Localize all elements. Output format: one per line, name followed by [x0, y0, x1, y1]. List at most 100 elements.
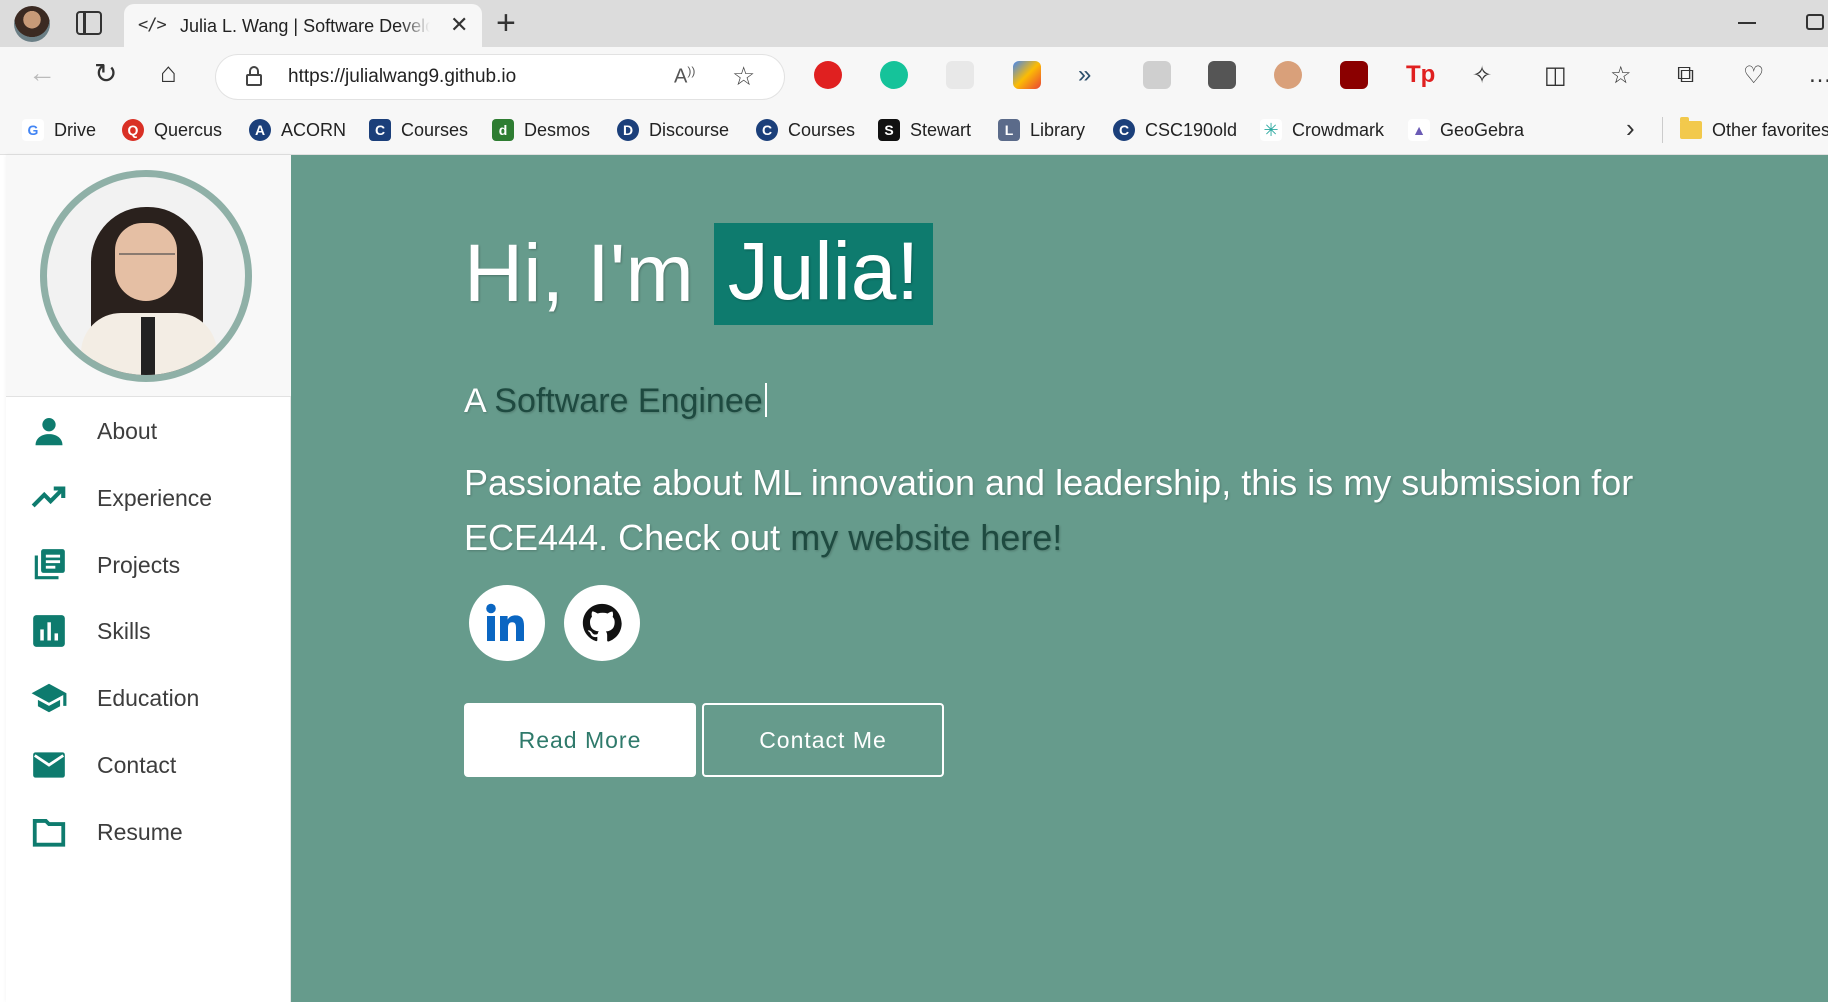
translate-extension-icon[interactable] — [1013, 61, 1041, 89]
extensions-puzzle-icon[interactable]: ✧ — [1472, 61, 1492, 90]
chevron-right-icon[interactable]: › — [1626, 113, 1635, 144]
tagline: Passionate about ML innovation and leade… — [464, 455, 1704, 565]
bookmark-desmos[interactable]: d Desmos — [492, 117, 590, 143]
github-button[interactable] — [564, 585, 640, 661]
tab-actions-icon[interactable] — [76, 11, 102, 35]
browser-essentials-icon[interactable]: ♡ — [1743, 61, 1765, 90]
browser-toolbar: ← ↻ ⌂ https://julialwang9.github.io A)) … — [0, 47, 1828, 105]
read-aloud-icon[interactable]: A)) — [674, 64, 695, 89]
bookmark-acorn[interactable]: A ACORN — [249, 117, 346, 143]
bookmark-label: GeoGebra — [1440, 119, 1525, 140]
role-line: A Software Enginee — [464, 382, 767, 421]
bitwarden-extension-icon[interactable] — [1208, 61, 1236, 89]
bookmark-drive[interactable]: G Drive — [22, 117, 96, 143]
divider — [1662, 117, 1663, 143]
stewart-icon: S — [878, 119, 900, 141]
sidebar-item-projects[interactable]: Projects — [6, 539, 291, 591]
bookmark-geogebra[interactable]: ▲ GeoGebra — [1408, 117, 1524, 143]
bookmark-stewart[interactable]: S Stewart — [878, 117, 971, 143]
bookmark-discourse[interactable]: D Discourse — [617, 117, 729, 143]
contact-me-button[interactable]: Contact Me — [702, 703, 944, 777]
desmos-icon: d — [492, 119, 514, 141]
sidebar-item-experience[interactable]: Experience — [6, 472, 291, 524]
sidebar-item-resume[interactable]: Resume — [6, 806, 291, 858]
profile-avatar[interactable] — [14, 6, 50, 42]
tab-title: Julia L. Wang | Software Developer — [180, 16, 430, 37]
browser-tab-bar: </> Julia L. Wang | Software Developer ✕… — [0, 0, 1828, 47]
typed-role: Software Enginee — [494, 382, 763, 420]
bookmark-quercus[interactable]: Q Quercus — [122, 117, 222, 143]
bookmark-label: Discourse — [649, 119, 730, 140]
bookmark-other-favorites[interactable]: Other favorites — [1680, 117, 1828, 143]
bookmark-label: ACORN — [281, 119, 347, 140]
bookmark-label: Other favorites — [1712, 119, 1828, 140]
mail-icon — [33, 752, 65, 778]
greeting-text: Hi, I'm — [464, 228, 694, 319]
bookmark-library[interactable]: L Library — [998, 117, 1085, 143]
tp-extension-icon[interactable]: Tp — [1406, 61, 1435, 89]
reload-button[interactable]: ↻ — [94, 57, 117, 90]
bookmark-label: Stewart — [910, 119, 972, 140]
sidebar-item-label: Resume — [97, 818, 183, 845]
grammarly-extension-icon[interactable] — [880, 61, 908, 89]
sidebar-item-label: Projects — [97, 551, 181, 578]
collections-icon[interactable]: ⧉ — [1677, 61, 1694, 89]
trending-up-icon — [31, 486, 66, 508]
sidebar-item-skills[interactable]: Skills — [6, 605, 291, 657]
bookmark-crowdmark[interactable]: ✳ Crowdmark — [1260, 117, 1384, 143]
library-icon: L — [998, 119, 1020, 141]
react-extension-icon[interactable] — [946, 61, 974, 89]
bookmark-courses[interactable]: C Courses — [369, 117, 468, 143]
favorite-star-icon[interactable]: ☆ — [732, 61, 755, 92]
lock-icon[interactable] — [246, 66, 262, 86]
maximize-icon[interactable] — [1806, 14, 1824, 30]
acorn-icon: A — [249, 119, 271, 141]
crowdmark-icon: ✳ — [1260, 119, 1282, 141]
ublock-extension-icon[interactable] — [1340, 61, 1368, 89]
bookmark-label: CSC190old — [1145, 119, 1238, 140]
bookmark-csc190old[interactable]: C CSC190old — [1113, 117, 1237, 143]
graduation-cap-icon — [31, 683, 67, 713]
back-button[interactable]: ← — [28, 57, 56, 89]
folder-icon — [1680, 117, 1702, 139]
close-tab-icon[interactable]: ✕ — [450, 12, 468, 38]
active-tab[interactable]: </> Julia L. Wang | Software Developer ✕ — [124, 4, 482, 47]
double-chevron-extension-icon[interactable]: » — [1078, 61, 1091, 89]
folder-icon — [32, 819, 66, 847]
linkedin-icon — [486, 603, 524, 641]
bookmark-label: Quercus — [154, 119, 223, 140]
sidebar-header — [6, 155, 291, 397]
linkedin-button[interactable] — [469, 585, 545, 661]
role-prefix: A — [464, 382, 485, 420]
adblock-extension-icon[interactable] — [814, 61, 842, 89]
sidebar-item-about[interactable]: About — [6, 405, 291, 457]
bar-chart-icon — [33, 615, 65, 647]
google-icon: G — [22, 119, 44, 141]
library-books-icon — [34, 549, 65, 580]
url-text[interactable]: https://julialwang9.github.io — [288, 66, 516, 88]
github-icon — [582, 603, 622, 642]
sidebar-item-education[interactable]: Education — [6, 672, 291, 724]
mascot-extension-icon[interactable] — [1274, 61, 1302, 89]
address-bar[interactable]: https://julialwang9.github.io A)) ☆ — [216, 55, 784, 99]
favorites-icon[interactable]: ☆ — [1610, 61, 1632, 90]
bookmark-courses-2[interactable]: C Courses — [756, 117, 855, 143]
bookmarks-bar: G Drive Q Quercus A ACORN C Courses d De… — [0, 105, 1828, 155]
hypothesis-extension-icon[interactable] — [1143, 61, 1171, 89]
avatar — [40, 170, 252, 382]
website-link[interactable]: my website here! — [790, 517, 1062, 558]
sidebar-item-label: About — [97, 417, 158, 444]
more-menu-icon[interactable]: … — [1808, 61, 1828, 89]
hero-section: Hi, I'm Julia! A Software Enginee Passio… — [291, 155, 1828, 1002]
home-button[interactable]: ⌂ — [160, 57, 177, 89]
page-viewport: About Experience Projects Skills Educati… — [0, 155, 1828, 1002]
bookmark-label: Courses — [401, 119, 469, 140]
read-more-button[interactable]: Read More — [464, 703, 696, 777]
minimize-icon[interactable] — [1738, 22, 1756, 24]
csc190old-icon: C — [1113, 119, 1135, 141]
split-screen-icon[interactable]: ◫ — [1544, 61, 1567, 90]
courses-icon: C — [369, 119, 391, 141]
bookmark-label: Desmos — [524, 119, 591, 140]
sidebar-item-contact[interactable]: Contact — [6, 739, 291, 791]
new-tab-button[interactable]: + — [496, 4, 516, 43]
